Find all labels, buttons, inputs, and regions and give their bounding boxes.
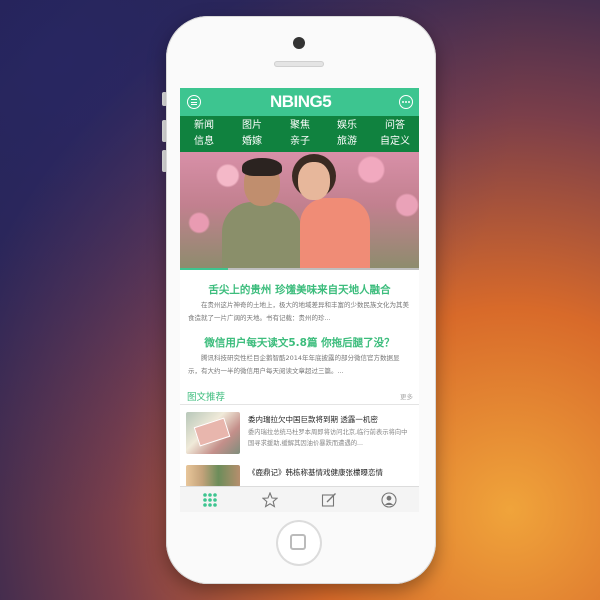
menu-icon[interactable]: [187, 95, 201, 109]
category-news[interactable]: 新闻: [180, 119, 228, 133]
grid-icon[interactable]: [202, 492, 218, 508]
category-wedding[interactable]: 婚嫁: [228, 135, 276, 149]
user-icon[interactable]: [381, 492, 397, 508]
recommend-title[interactable]: 委内瑞拉欠中国巨款将到期 透露一机密: [248, 414, 378, 425]
slide-progress-bar: [180, 268, 419, 270]
category-parenting[interactable]: 亲子: [276, 135, 324, 149]
home-button[interactable]: [276, 520, 322, 566]
recommend-section-header: 图文推荐 更多: [180, 388, 419, 405]
app-header: NBING5: [180, 88, 419, 116]
phone-screen: NBING5 新闻 图片 聚焦 娱乐 问答 信息 婚嫁 亲子 旅游 自定义 舌尖…: [180, 88, 419, 512]
home-button-square: [290, 534, 306, 550]
front-camera: [293, 37, 305, 49]
category-custom[interactable]: 自定义: [371, 135, 419, 149]
earpiece-speaker: [274, 61, 324, 67]
category-qa[interactable]: 问答: [371, 119, 419, 133]
news-title[interactable]: 微信用户每天读文5.8篇 你拖后腿了没？: [188, 335, 411, 350]
slide-progress-fill: [180, 268, 228, 270]
hero-figure-woman-head: [298, 162, 330, 200]
more-link[interactable]: 更多: [400, 391, 413, 401]
section-divider: [180, 404, 419, 405]
hero-figure-man: [222, 202, 302, 270]
category-entertainment[interactable]: 娱乐: [323, 119, 371, 133]
recommend-summary: 委内瑞拉总统马杜罗本周即将访问北京,临行前表示将向中国寻求援助,缓解其因油价暴跌…: [248, 429, 408, 447]
thumbnail-money-image: [186, 412, 240, 454]
recommend-title[interactable]: 《鹿鼎记》韩栋称基情戏健康张檬曝恋情: [248, 467, 383, 478]
category-focus[interactable]: 聚焦: [276, 119, 324, 133]
thumbnail-drama-image: [186, 465, 240, 487]
bottom-tab-bar: [180, 486, 419, 512]
category-nav: 新闻 图片 聚焦 娱乐 问答 信息 婚嫁 亲子 旅游 自定义: [180, 116, 419, 152]
news-summary: 腾讯科技研究性栏目企鹅智酷2014年年底披露的部分微信官方数据显示，有大约一半的…: [188, 354, 400, 375]
star-icon[interactable]: [262, 492, 278, 508]
category-pictures[interactable]: 图片: [228, 119, 276, 133]
news-summary: 在贵州这片神奇的土地上，极大的地域差异和丰富的少数民族文化为其美食造就了一片广阔…: [188, 301, 409, 322]
news-article[interactable]: 舌尖上的贵州 珍馐美味来自天地人融合 在贵州这片神奇的土地上，极大的地域差异和丰…: [188, 282, 411, 325]
hero-figure-man-hair: [242, 158, 282, 176]
news-title[interactable]: 舌尖上的贵州 珍馐美味来自天地人融合: [188, 282, 411, 297]
hero-figure-woman: [300, 198, 370, 270]
chat-icon[interactable]: [399, 95, 413, 109]
category-info[interactable]: 信息: [180, 135, 228, 149]
hero-slide-image[interactable]: [180, 152, 419, 270]
section-title: 图文推荐: [187, 392, 226, 403]
app-logo: NBING5: [270, 92, 332, 111]
category-travel[interactable]: 旅游: [323, 135, 371, 149]
edit-icon[interactable]: [321, 492, 337, 508]
news-article[interactable]: 微信用户每天读文5.8篇 你拖后腿了没？ 腾讯科技研究性栏目企鹅智酷2014年年…: [188, 335, 411, 378]
